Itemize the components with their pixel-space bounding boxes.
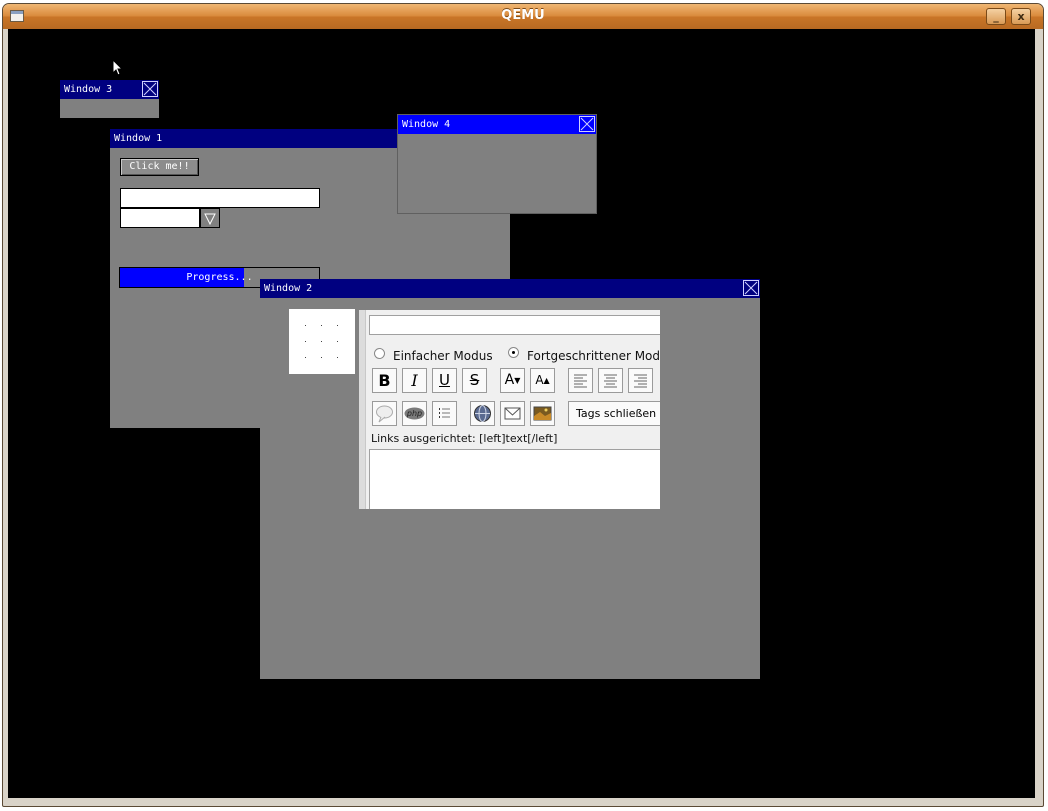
close-icon (744, 281, 758, 295)
underline-button[interactable]: U (432, 368, 457, 393)
mouse-pointer-icon (112, 59, 124, 76)
close-tags-button[interactable]: Tags schließen (568, 401, 660, 426)
window-3-close-button[interactable] (142, 81, 158, 97)
list-button[interactable] (432, 401, 457, 426)
mode-simple-radio[interactable] (374, 348, 385, 359)
combo-input[interactable] (120, 208, 200, 228)
align-right-button[interactable] (628, 368, 653, 393)
close-button[interactable]: x (1011, 8, 1031, 25)
window-2-titlebar[interactable]: Window 2 (260, 279, 760, 298)
bbcode-editor: Einfacher Modus Fortgeschrittener Modus … (359, 310, 660, 509)
window-4-title: Window 4 (402, 119, 451, 130)
quote-button[interactable] (372, 401, 397, 426)
font-size-increase-button[interactable]: A▲ (530, 368, 555, 393)
image-button[interactable] (530, 401, 555, 426)
align-left-icon (574, 374, 587, 388)
align-right-icon (634, 374, 647, 388)
php-icon: php (404, 407, 425, 420)
window-title: QEMU (501, 8, 545, 23)
minimize-button[interactable]: _ (986, 8, 1006, 25)
message-textarea[interactable] (369, 449, 660, 509)
strikethrough-button[interactable]: S (462, 368, 487, 393)
window-2-close-button[interactable] (743, 280, 759, 296)
window-3: Window 3 (60, 80, 159, 118)
help-text: Links ausgerichtet: [left]text[/left] (371, 432, 558, 445)
speech-bubble-icon (376, 405, 393, 423)
window-1-title: Window 1 (114, 133, 163, 144)
qemu-titlebar[interactable]: QEMU _ x (3, 4, 1043, 29)
mode-advanced-label[interactable]: Fortgeschrittener Modus (527, 349, 660, 363)
svg-text:php: php (406, 409, 422, 418)
picture-icon (533, 406, 552, 421)
guest-screen[interactable]: Window 3 Window 1 Click me!! Progress...… (8, 29, 1035, 798)
text-input[interactable] (120, 188, 320, 208)
email-button[interactable] (500, 401, 525, 426)
minimize-icon: _ (993, 10, 999, 23)
arrow-up-icon: ▲ (543, 376, 550, 385)
align-center-icon (604, 374, 617, 388)
italic-button[interactable]: I (402, 368, 427, 393)
globe-icon (474, 405, 491, 422)
window-4-close-button[interactable] (579, 116, 595, 132)
window-4: Window 4 (397, 114, 597, 214)
link-button[interactable] (470, 401, 495, 426)
envelope-icon (504, 407, 521, 420)
align-center-button[interactable] (598, 368, 623, 393)
list-icon (439, 408, 450, 418)
combo-dropdown-button[interactable] (200, 208, 220, 228)
mode-simple-label[interactable]: Einfacher Modus (393, 349, 493, 363)
window-2: Window 2 Einfacher Modus Fortgeschritten… (260, 279, 760, 679)
bold-button[interactable]: B (372, 368, 397, 393)
window-4-titlebar[interactable]: Window 4 (398, 115, 596, 134)
dot-grid-panel[interactable] (289, 309, 355, 374)
php-button[interactable]: php (402, 401, 427, 426)
align-left-button[interactable] (568, 368, 593, 393)
subject-input[interactable] (369, 315, 660, 335)
arrow-down-icon: ▼ (514, 376, 521, 385)
window-3-title: Window 3 (64, 84, 113, 95)
click-me-button[interactable]: Click me!! (120, 158, 199, 176)
window-2-title: Window 2 (264, 283, 313, 294)
mode-advanced-radio[interactable] (508, 347, 519, 358)
font-size-decrease-button[interactable]: A▼ (500, 368, 525, 393)
triangle-down-icon (204, 213, 216, 226)
close-icon (580, 117, 594, 131)
close-icon: x (1017, 10, 1025, 23)
close-icon (143, 82, 157, 96)
